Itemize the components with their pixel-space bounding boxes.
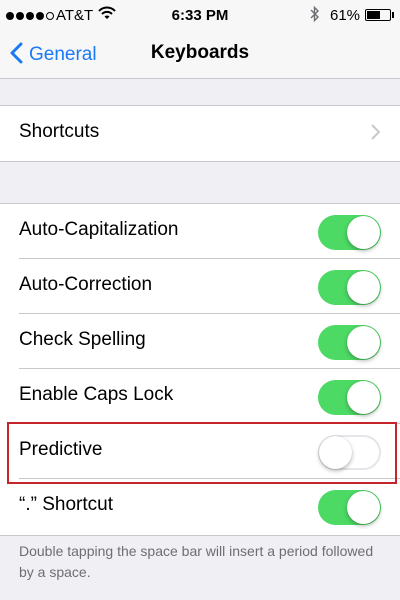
auto-correction-toggle[interactable] — [318, 270, 381, 305]
chevron-right-icon — [371, 124, 381, 145]
setting-row-auto-capitalization: Auto-Capitalization — [0, 204, 400, 259]
toggle-knob — [347, 326, 380, 359]
setting-row-auto-correction: Auto-Correction — [0, 259, 400, 314]
period-shortcut-toggle[interactable] — [318, 490, 381, 525]
toggle-knob — [347, 216, 380, 249]
shortcuts-group: Shortcuts — [0, 105, 400, 162]
toggle-knob — [347, 271, 380, 304]
toggle-knob — [347, 491, 380, 524]
page-title: Keyboards — [150, 42, 250, 63]
enable-caps-lock-toggle[interactable] — [318, 380, 381, 415]
setting-label: Auto-Capitalization — [19, 219, 179, 240]
shortcuts-row[interactable]: Shortcuts — [0, 106, 400, 161]
footer-note: Double tapping the space bar will insert… — [19, 543, 374, 580]
setting-label: “.” Shortcut — [19, 494, 113, 515]
setting-label: Enable Caps Lock — [19, 384, 174, 405]
battery-fill — [367, 11, 380, 19]
setting-row-enable-caps-lock: Enable Caps Lock — [0, 369, 400, 424]
setting-row-check-spelling: Check Spelling — [0, 314, 400, 369]
setting-row-predictive: Predictive — [0, 424, 400, 479]
battery-nub — [392, 12, 394, 18]
toggle-knob — [319, 436, 352, 469]
shortcuts-label: Shortcuts — [19, 121, 100, 142]
navigation-bar: General Keyboards — [0, 30, 400, 79]
keyboard-settings-group: Auto-Capitalization Auto-Correction Chec… — [0, 203, 400, 536]
battery-icon — [365, 9, 391, 21]
toggle-knob — [347, 381, 380, 414]
auto-capitalization-toggle[interactable] — [318, 215, 381, 250]
setting-label: Check Spelling — [19, 329, 146, 350]
predictive-toggle[interactable] — [318, 435, 381, 470]
battery-percent: 61% — [330, 7, 361, 24]
check-spelling-toggle[interactable] — [318, 325, 381, 360]
bluetooth-icon — [310, 5, 320, 27]
setting-label: Auto-Correction — [19, 274, 153, 295]
setting-label: Predictive — [19, 439, 103, 460]
setting-row-period-shortcut: “.” Shortcut — [0, 479, 400, 534]
